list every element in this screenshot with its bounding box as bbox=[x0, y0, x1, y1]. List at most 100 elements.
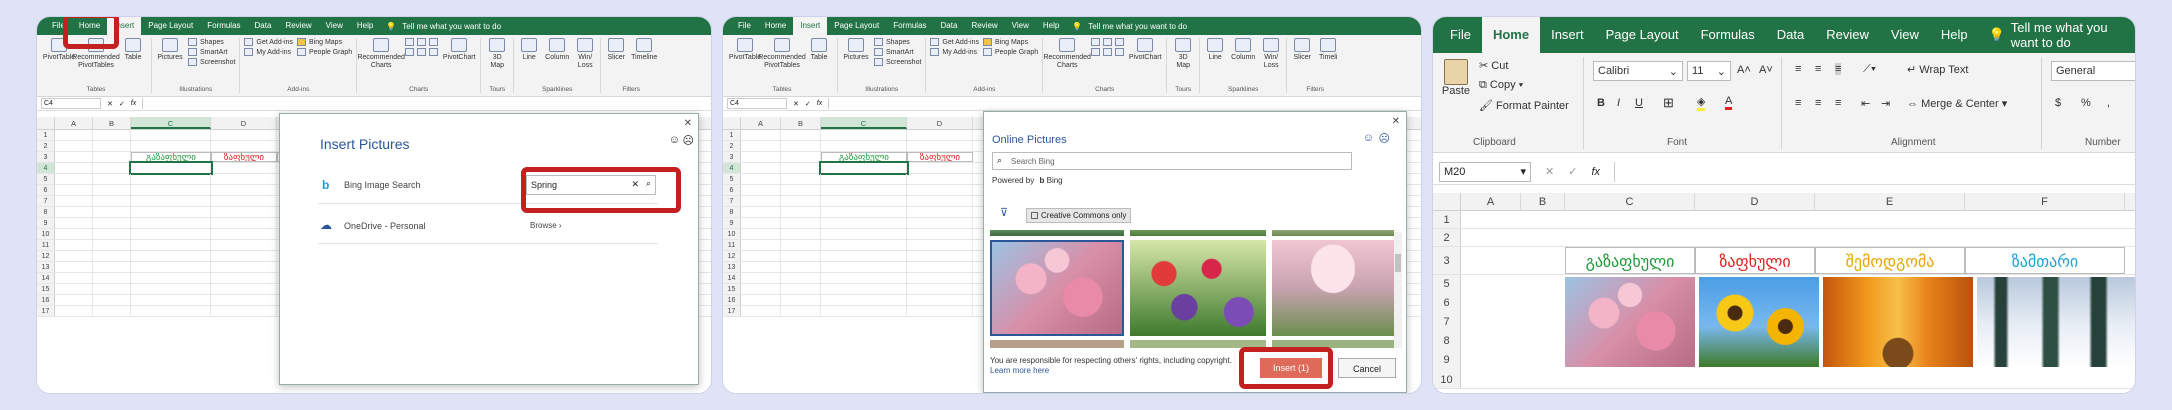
row-header[interactable]: 13 bbox=[723, 262, 741, 272]
sheet-cell[interactable] bbox=[741, 295, 781, 305]
row-header[interactable]: 6 bbox=[723, 185, 741, 195]
sheet-cell[interactable] bbox=[131, 295, 211, 305]
sheet-cell[interactable] bbox=[211, 240, 277, 250]
tab-review[interactable]: Review bbox=[278, 17, 318, 35]
align-bottom-icon[interactable]: ≡ bbox=[1835, 63, 1842, 75]
sheet-cell[interactable] bbox=[55, 240, 93, 250]
row-header[interactable]: 7 bbox=[723, 196, 741, 206]
sheet-cell[interactable] bbox=[93, 251, 131, 261]
sheet-cell[interactable] bbox=[93, 229, 131, 239]
sheet-cell[interactable] bbox=[129, 161, 213, 175]
pivotchart-button[interactable]: PivotChart bbox=[1128, 38, 1162, 86]
smiley-icon[interactable]: ☺ bbox=[1363, 132, 1374, 144]
bar-chart-icon[interactable] bbox=[405, 48, 415, 56]
browse-link[interactable]: Browse › bbox=[530, 221, 562, 230]
area-chart-icon[interactable] bbox=[429, 48, 439, 56]
worksheet-grid[interactable]: A B C D E F 1 2 3 გაზაფხული ზაფხული შემო… bbox=[1433, 193, 2135, 389]
sheet-cell[interactable] bbox=[131, 229, 211, 239]
row-header[interactable]: 2 bbox=[37, 141, 55, 151]
paste-button[interactable]: Paste bbox=[1441, 59, 1471, 97]
decrease-font-icon[interactable]: A˅ bbox=[1759, 64, 1773, 76]
sheet-cell[interactable] bbox=[907, 240, 973, 250]
sheet-cell[interactable] bbox=[55, 295, 93, 305]
increase-indent-icon[interactable]: ⇥ bbox=[1881, 97, 1890, 110]
sheet-cell[interactable] bbox=[55, 273, 93, 283]
sheet-cell[interactable] bbox=[93, 174, 131, 184]
pie-chart-icon[interactable] bbox=[1115, 38, 1125, 46]
sheet-cell[interactable] bbox=[781, 130, 821, 140]
tell-me-box[interactable]: Tell me what you want to do bbox=[2011, 20, 2135, 50]
row-header[interactable]: 5 bbox=[723, 174, 741, 184]
smiley-icon[interactable]: ☺ bbox=[669, 134, 680, 146]
area-chart-icon[interactable] bbox=[1115, 48, 1125, 56]
font-name-select[interactable]: Calibri ⌄ bbox=[1593, 61, 1683, 81]
search-input[interactable]: Search Bing bbox=[1011, 157, 1055, 166]
sheet-cell[interactable] bbox=[55, 152, 93, 162]
row-header[interactable]: 8 bbox=[723, 207, 741, 217]
column-header-e[interactable]: E bbox=[1815, 193, 1965, 210]
sheet-cell[interactable] bbox=[821, 273, 907, 283]
sheet-cell[interactable] bbox=[907, 295, 973, 305]
tab-formulas[interactable]: Formulas bbox=[200, 17, 247, 35]
formula-input[interactable] bbox=[1614, 161, 2129, 182]
row-header[interactable]: 9 bbox=[723, 218, 741, 228]
recommended-pivottables-button[interactable]: Recommended PivotTables bbox=[758, 38, 806, 86]
row-header[interactable]: 13 bbox=[37, 262, 55, 272]
pictures-button[interactable]: Pictures bbox=[156, 38, 184, 86]
sheet-cell[interactable] bbox=[131, 174, 211, 184]
row-header[interactable]: 3 bbox=[723, 152, 741, 162]
sheet-cell[interactable] bbox=[131, 240, 211, 250]
sheet-cell[interactable] bbox=[781, 251, 821, 261]
row-header[interactable]: 14 bbox=[723, 273, 741, 283]
sheet-cell[interactable] bbox=[821, 207, 907, 217]
align-top-icon[interactable]: ≡ bbox=[1795, 63, 1801, 75]
sheet-cell[interactable] bbox=[55, 174, 93, 184]
row-header[interactable]: 9 bbox=[37, 218, 55, 228]
row-header-6[interactable]: 6 bbox=[1433, 294, 1460, 313]
tab-home[interactable]: Home bbox=[758, 17, 793, 35]
sheet-cell[interactable] bbox=[907, 229, 973, 239]
sparkline-column-button[interactable]: Column bbox=[544, 38, 570, 86]
get-addins-button[interactable]: Get Add-ins bbox=[930, 38, 979, 46]
sheet-cell[interactable] bbox=[131, 185, 211, 195]
sheet-cell[interactable] bbox=[907, 284, 973, 294]
orientation-icon[interactable]: ⟋▾ bbox=[1863, 63, 1876, 76]
line-chart-icon[interactable] bbox=[1103, 38, 1113, 46]
sheet-cell[interactable] bbox=[211, 185, 277, 195]
column-header-c[interactable]: C bbox=[821, 117, 907, 129]
row-header[interactable]: 17 bbox=[37, 306, 55, 316]
sheet-cell[interactable]: ზაფხული bbox=[211, 152, 277, 162]
select-all-corner[interactable] bbox=[723, 117, 741, 129]
enter-icon[interactable]: ✓ bbox=[119, 100, 125, 108]
copy-button[interactable]: ⧉ Copy ▾ bbox=[1479, 79, 1523, 92]
percent-button[interactable]: % bbox=[2081, 97, 2091, 109]
font-size-select[interactable]: 11 ⌄ bbox=[1687, 61, 1731, 81]
row-header[interactable]: 15 bbox=[37, 284, 55, 294]
column-header-b[interactable]: B bbox=[93, 117, 131, 129]
filter-icon[interactable]: ⊽ bbox=[1000, 206, 1008, 219]
sparkline-column-button[interactable]: Column bbox=[1230, 38, 1256, 86]
sheet-cell[interactable] bbox=[741, 174, 781, 184]
tab-help[interactable]: Help bbox=[1036, 17, 1066, 35]
pie-chart-icon[interactable] bbox=[429, 38, 439, 46]
row-header[interactable]: 2 bbox=[723, 141, 741, 151]
underline-button[interactable]: U bbox=[1635, 97, 1643, 109]
sheet-cell[interactable] bbox=[131, 251, 211, 261]
italic-button[interactable]: I bbox=[1617, 97, 1620, 109]
sheet-cell[interactable] bbox=[211, 218, 277, 228]
table-button[interactable]: Table bbox=[119, 38, 147, 86]
cancel-icon[interactable]: ✕ bbox=[1545, 165, 1554, 178]
sheet-cell[interactable] bbox=[821, 295, 907, 305]
column-header-d[interactable]: D bbox=[1695, 193, 1815, 210]
close-icon[interactable]: ✕ bbox=[1392, 116, 1400, 127]
sheet-cell[interactable] bbox=[55, 185, 93, 195]
currency-button[interactable]: $ bbox=[2055, 97, 2061, 109]
sheet-cell[interactable] bbox=[211, 251, 277, 261]
sheet-cell[interactable] bbox=[55, 207, 93, 217]
sheet-cell[interactable] bbox=[211, 306, 277, 316]
font-color-icon[interactable]: A bbox=[1725, 95, 1733, 110]
image-result-partial-1[interactable] bbox=[990, 230, 1124, 236]
sheet-cell[interactable] bbox=[131, 218, 211, 228]
decrease-indent-icon[interactable]: ⇤ bbox=[1861, 97, 1870, 110]
formula-input[interactable] bbox=[828, 98, 1417, 109]
